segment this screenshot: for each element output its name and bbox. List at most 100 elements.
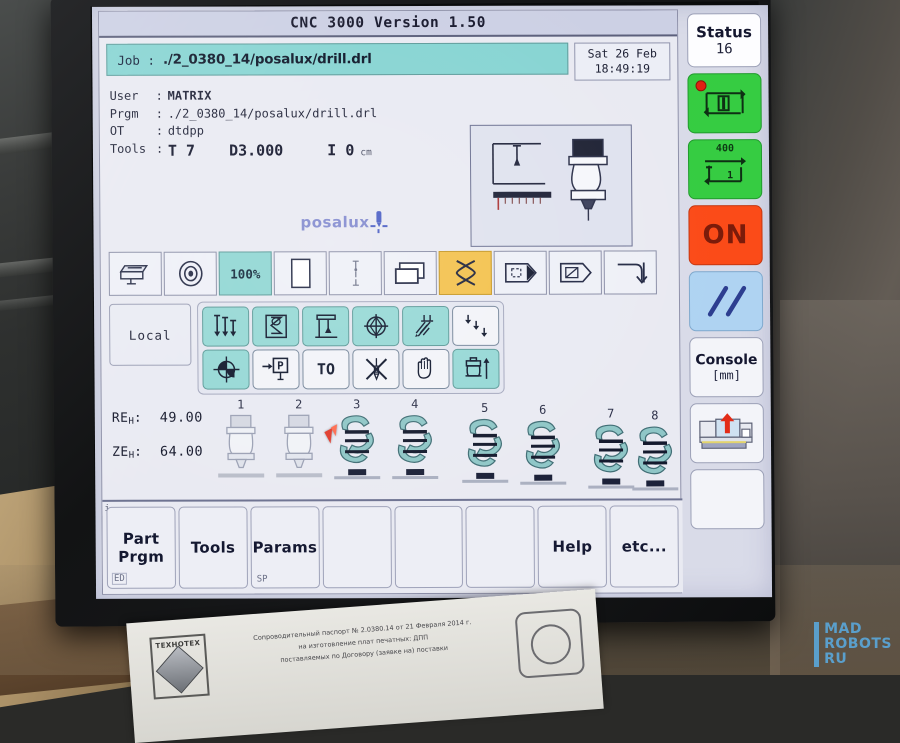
fkey-part-prgm-label: PartPrgm (118, 530, 164, 566)
jump-end-icon-button[interactable] (604, 250, 657, 294)
spindle-station[interactable]: 5 (458, 401, 513, 483)
spindle-graphic (516, 419, 570, 485)
power-on-button[interactable]: ON (688, 205, 762, 265)
document-seal: ТЕХНОТЕХ (149, 634, 209, 700)
status-side-panel: Status 16 400 (684, 9, 768, 593)
spindle-station[interactable]: 6 (516, 403, 571, 485)
window-layers-icon-button[interactable] (384, 251, 437, 295)
spindle-station[interactable]: 4 (388, 397, 443, 479)
spindle-idle-icon (272, 413, 326, 479)
spare-button[interactable] (690, 469, 764, 529)
multi-down-arrows-button[interactable] (202, 306, 249, 346)
info-sep: : (156, 123, 168, 141)
status-display[interactable]: Status 16 (687, 13, 761, 67)
spindle-station[interactable]: 2 (272, 397, 327, 479)
measure-probe-icon (342, 257, 368, 289)
fkey-part-prgm[interactable]: PartPrgm ED (106, 507, 175, 589)
to-button[interactable]: TO (302, 349, 349, 389)
spindle-graphic (388, 413, 442, 479)
coordinate-readouts: REH: 49.00 ZEH: 64.00 (112, 410, 204, 478)
spindle-active-icon (516, 419, 570, 489)
cancel-tool-icon (361, 355, 391, 383)
fkey-empty-4[interactable] (322, 506, 391, 588)
posalux-logo-text: posalux (300, 213, 369, 231)
info-row-user: User : MATRIX (109, 86, 677, 105)
fkey-help[interactable]: Help (538, 506, 607, 588)
info-row-prgm: Prgm : ./2_0380_14/posalux/drill.drl (110, 104, 678, 123)
fkey-part-prgm-corner: ED (112, 573, 127, 585)
drill-angle-button[interactable] (402, 306, 449, 346)
cnc-application-window: CNC 3000 Version 1.50 Job : ./2_0380_14/… (98, 9, 682, 595)
spindle-number: 8 (628, 408, 682, 422)
console-button[interactable]: Console [mm] (689, 337, 763, 397)
spindle-up-button[interactable] (452, 349, 499, 389)
print-head-icon (118, 261, 152, 287)
fkey-params-corner: SP (256, 574, 269, 584)
parallel-lines-button[interactable] (689, 271, 763, 331)
cancel-tool-button[interactable] (352, 349, 399, 389)
block-slash-icon-button[interactable] (549, 251, 602, 295)
target-ring-icon (175, 259, 205, 289)
clock-date: Sat 26 Feb (588, 46, 657, 61)
job-row: Job : ./2_0380_14/posalux/drill.drl Sat … (99, 36, 677, 84)
block-forward-icon (502, 261, 538, 285)
title-bar: CNC 3000 Version 1.50 (99, 10, 677, 38)
cross-swap-icon (451, 258, 479, 288)
document-text-block: Сопроводительный паспорт № 2.0380.14 от … (227, 614, 499, 670)
spindle-active-icon (458, 417, 512, 487)
user-key: User (109, 88, 155, 106)
job-bar[interactable]: Job : ./2_0380_14/posalux/drill.drl (106, 43, 568, 76)
tool-length-button[interactable] (302, 306, 349, 346)
fkey-etc[interactable]: etc... (610, 505, 679, 587)
local-mode-label: Local (129, 327, 172, 342)
spindle-active-icon (628, 424, 682, 494)
tool-diameter: D3.000 (229, 140, 283, 160)
quadrant-target-button[interactable] (202, 349, 249, 389)
fkey-empty-5[interactable] (394, 506, 463, 588)
machine-load-icon (696, 411, 758, 455)
cycle-repeat-button[interactable]: 400 1 (688, 139, 762, 199)
hand-stop-button[interactable] (402, 349, 449, 389)
step-down-icon (461, 312, 491, 340)
tool-number: T 7 (168, 140, 195, 160)
spindle-number: 1 (214, 397, 268, 411)
spindle-station[interactable]: 8 (628, 408, 683, 490)
spindle-number: 2 (272, 397, 326, 411)
spindle-number: 3 (330, 397, 384, 411)
machine-load-button[interactable] (690, 403, 764, 463)
local-mode-button[interactable]: Local (109, 304, 191, 366)
spindle-idle-icon (214, 413, 268, 479)
tool-length-icon (312, 312, 340, 340)
cycle-count-inner: 1 (727, 170, 733, 181)
target-ring-icon-button[interactable] (164, 252, 217, 296)
blank-page-icon-button[interactable] (274, 251, 327, 295)
to-button-label: TO (317, 360, 335, 378)
block-forward-icon-button[interactable] (494, 251, 547, 295)
ze-value: 64.00 (160, 444, 203, 460)
cross-swap-icon-button[interactable] (439, 251, 492, 295)
fkey-tools[interactable]: Tools (178, 506, 247, 588)
info-sep: : (156, 105, 168, 123)
cycle-single-part-button[interactable] (687, 73, 761, 133)
measure-probe-icon-button[interactable] (329, 251, 382, 295)
hourglass-gauge-button[interactable] (252, 306, 299, 346)
function-key-bar: i PartPrgm ED Tools Params SP Hel (102, 498, 683, 594)
watermark-line-3: RU (824, 652, 892, 667)
window-title: CNC 3000 Version 1.50 (290, 15, 486, 32)
tools-values: T 7 D3.000 I 0 cm (168, 140, 372, 164)
center-circle-button[interactable] (352, 306, 399, 346)
step-down-button[interactable] (452, 306, 499, 346)
job-label: Job : (117, 52, 155, 67)
fkey-empty-6[interactable] (466, 506, 535, 588)
watermark-text: MAD ROBOTS RU (824, 622, 892, 667)
ot-value: dtdpp (168, 123, 204, 141)
spindle-number: 4 (388, 397, 442, 411)
spindle-station[interactable]: 1 (214, 397, 269, 479)
fkey-tools-label: Tools (191, 539, 236, 557)
feed-percent-button[interactable]: 100% (219, 251, 272, 295)
print-head-icon-button[interactable] (109, 252, 162, 296)
fkey-params[interactable]: Params SP (250, 506, 319, 588)
spindle-graphic (330, 413, 384, 479)
goto-point-p-button[interactable]: P (252, 349, 299, 389)
spindle-number: 5 (458, 401, 512, 415)
